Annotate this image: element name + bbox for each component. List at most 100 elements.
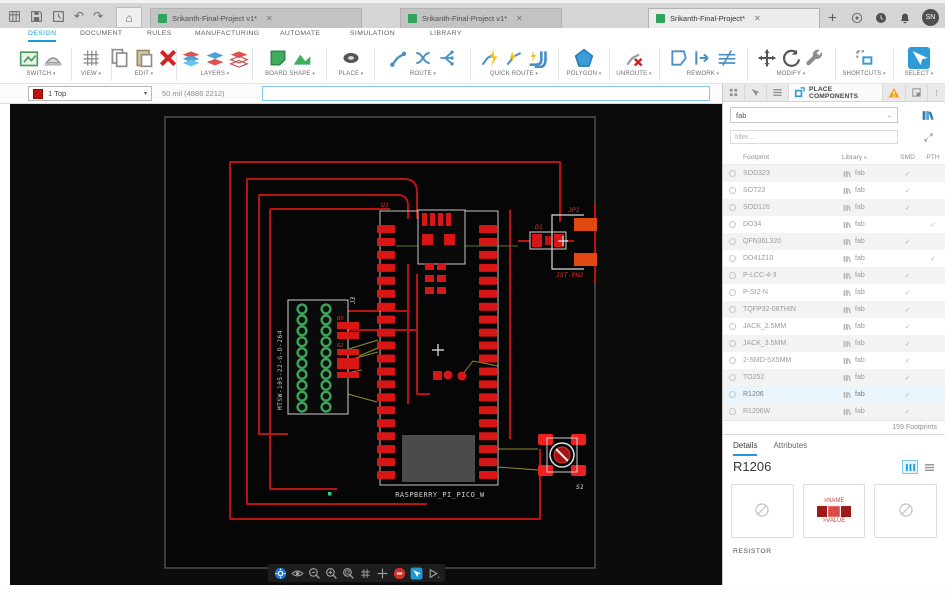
toolbar-group-label[interactable]: BOARD SHAPE (255, 71, 325, 77)
row-radio[interactable] (729, 306, 736, 313)
select-button[interactable] (907, 46, 931, 70)
stop-button[interactable] (392, 566, 406, 580)
panel-tab-place-components[interactable]: PLACE COMPONENTS (789, 84, 883, 101)
quick-route-multi-button[interactable] (528, 48, 548, 68)
zoom-in-button[interactable] (324, 566, 338, 580)
row-radio[interactable] (729, 357, 736, 364)
document-tab[interactable]: Srikanth-Final-Project*✕ (648, 8, 820, 29)
command-input[interactable] (262, 86, 710, 101)
footprint-filter-input[interactable] (730, 130, 898, 144)
grid-view-toggle[interactable] (902, 460, 918, 474)
footprint-row[interactable]: P-SI2-Nfab✓ (723, 284, 945, 301)
origin-button[interactable] (375, 566, 389, 580)
place-part-button[interactable] (341, 48, 361, 68)
library-select[interactable]: fab ⌄ (730, 107, 898, 123)
polygon-button[interactable] (574, 48, 594, 68)
header-library[interactable]: Library (842, 154, 894, 161)
row-radio[interactable] (729, 238, 736, 245)
copy-button[interactable] (110, 48, 130, 68)
row-radio[interactable] (729, 289, 736, 296)
toolbar-group-label[interactable]: SHORTCUTS (836, 71, 892, 77)
footprint-row[interactable]: SOT23fab✓ (723, 182, 945, 199)
track-button[interactable] (273, 566, 287, 580)
document-tab[interactable]: Srikanth-Final-Project v1*✕ (150, 8, 362, 29)
footprint-row[interactable]: SOD323fab✓ (723, 165, 945, 182)
switch-board-button[interactable] (43, 48, 63, 68)
toolbar-group-label[interactable]: VIEW (72, 71, 110, 77)
quick-route-single-button[interactable] (504, 48, 524, 68)
extensions-button[interactable] (848, 9, 865, 26)
layer-setup-button[interactable] (229, 48, 249, 68)
footprint-row[interactable]: 2-SMD-5X5MMfab✓ (723, 352, 945, 369)
tab-attributes[interactable]: Attributes (773, 441, 807, 456)
panel-tab-select[interactable] (745, 84, 767, 101)
route-differential-button[interactable] (413, 48, 433, 68)
panel-tab-settings[interactable] (723, 84, 745, 101)
row-radio[interactable] (729, 340, 736, 347)
panel-menu-kebab[interactable]: ⋮ (928, 84, 945, 101)
menu-tab-design[interactable]: DESIGN (28, 30, 56, 42)
zoom-out-button[interactable] (307, 566, 321, 580)
unroute-button[interactable] (624, 48, 644, 68)
tab-details[interactable]: Details (733, 441, 757, 456)
menu-tab-library[interactable]: LIBRARY (430, 30, 462, 40)
open-library-button[interactable] (919, 107, 935, 123)
menu-tab-manufacturing[interactable]: MANUFACTURING (195, 30, 259, 40)
row-radio[interactable] (729, 204, 736, 211)
rotate-button[interactable] (781, 48, 801, 68)
wrench-button[interactable] (805, 48, 825, 68)
close-icon[interactable]: ✕ (754, 14, 761, 23)
home-button[interactable]: ⌂ (116, 7, 142, 28)
row-radio[interactable] (729, 408, 736, 415)
toolbar-group-label[interactable]: REWORK (660, 71, 746, 77)
preview-card-empty-left[interactable] (731, 484, 794, 538)
walkthrough-button[interactable] (426, 566, 440, 580)
footprint-row[interactable]: DO34fab✓ (723, 216, 945, 233)
row-radio[interactable] (729, 323, 736, 330)
footprint-row[interactable]: R1206fab✓ (723, 386, 945, 403)
footprint-row[interactable]: R1206Wfab✓ (723, 403, 945, 420)
rework-arrow-button[interactable] (693, 48, 713, 68)
rework-meander-button[interactable] (717, 48, 737, 68)
row-radio[interactable] (729, 187, 736, 194)
preview-card-empty-right[interactable] (874, 484, 937, 538)
panel-tab-warnings[interactable] (883, 84, 906, 101)
job-status-button[interactable] (872, 9, 889, 26)
layer-pair-button[interactable] (205, 48, 225, 68)
toolbar-group-label[interactable]: SWITCH (12, 71, 70, 77)
route-fanout-button[interactable] (437, 48, 457, 68)
menu-tab-rules[interactable]: RULES (147, 30, 172, 40)
shortcuts-button[interactable] (854, 48, 874, 68)
footprint-row[interactable]: SOD126fab✓ (723, 199, 945, 216)
row-radio[interactable] (729, 170, 736, 177)
toolbar-group-label[interactable]: LAYERS (179, 71, 251, 77)
panel-tab-inspect[interactable] (906, 84, 928, 101)
layers-stack-button[interactable] (181, 48, 201, 68)
footprint-row[interactable]: TO252fab✓ (723, 369, 945, 386)
zoom-window-button[interactable] (341, 566, 355, 580)
save-button[interactable] (30, 10, 43, 23)
toolbar-group-label[interactable]: POLYGON (560, 71, 608, 77)
close-icon[interactable]: ✕ (266, 14, 273, 23)
toolbar-group-label[interactable]: EDIT (113, 71, 175, 77)
board-outline-button[interactable] (268, 48, 288, 68)
footprint-row[interactable]: DO41Z10fab✓ (723, 250, 945, 267)
footprint-row[interactable]: QFN36L320fab✓ (723, 233, 945, 250)
delete-button[interactable] (158, 48, 178, 68)
route-manual-button[interactable] (389, 48, 409, 68)
undo-icon[interactable]: ↶ (74, 9, 84, 23)
data-panel-button[interactable] (8, 10, 21, 23)
rework-outline-button[interactable] (669, 48, 689, 68)
grid-settings-button[interactable] (358, 566, 372, 580)
profile-avatar[interactable]: SN (922, 9, 939, 26)
footprint-row[interactable]: JACK_2.5MMfab✓ (723, 318, 945, 335)
toolbar-group-label[interactable]: SELECT (894, 71, 944, 77)
row-radio[interactable] (729, 391, 736, 398)
view-grid-button[interactable] (81, 48, 101, 68)
footprint-row[interactable]: JACK_3.5MMfab✓ (723, 335, 945, 352)
layer-select[interactable]: 1 Top ▾ (28, 86, 152, 101)
row-radio[interactable] (729, 255, 736, 262)
pcb-canvas[interactable]: U1 D1 JP1 JST-PH2 RASPBERRY_PI_PICO_W MT… (10, 104, 722, 585)
toolbar-group-label[interactable]: PLACE (329, 71, 373, 77)
footprint-row[interactable]: P-LCC-4-3fab✓ (723, 267, 945, 284)
